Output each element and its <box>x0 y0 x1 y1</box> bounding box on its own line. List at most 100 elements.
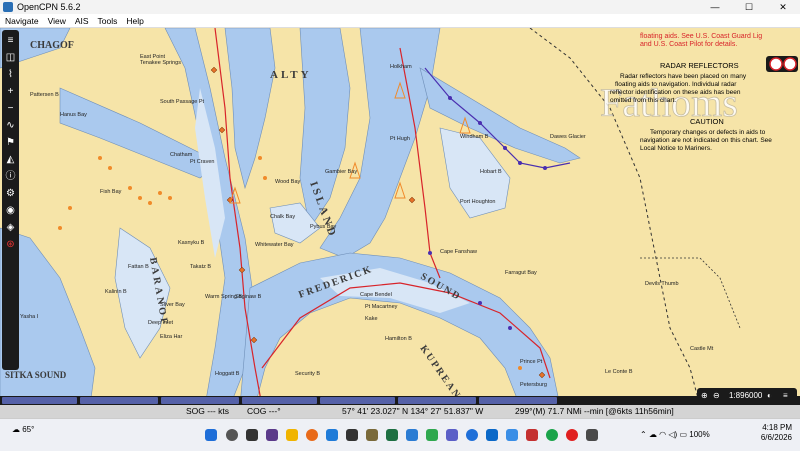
compass-widget[interactable] <box>766 56 798 72</box>
chart-piano-bar <box>0 396 800 405</box>
route-icon[interactable]: ⌇ <box>4 68 17 81</box>
track-icon[interactable]: ∿ <box>4 119 17 132</box>
scale-readout: 1:896000 <box>729 391 763 400</box>
app-icon-5[interactable] <box>546 429 558 441</box>
status-range: 299°(M) 71.7 NMi --min [@6kts 11h56min] <box>515 406 674 416</box>
word-icon[interactable] <box>406 429 418 441</box>
svg-text:RADAR REFLECTORS: RADAR REFLECTORS <box>660 61 739 70</box>
hamburger-icon[interactable]: ≡ <box>783 391 788 400</box>
svg-text:Saginaw B: Saginaw B <box>235 294 262 300</box>
svg-text:Radar reflectors have been pla: Radar reflectors have been placed on man… <box>620 73 747 80</box>
battery-icon[interactable]: ▭ <box>679 430 687 439</box>
volume-icon[interactable]: ◁) <box>668 430 677 439</box>
clock[interactable]: 4:18 PM 6/6/2026 <box>761 423 792 443</box>
opencpn-taskbar-icon[interactable] <box>366 429 378 441</box>
title-bar: OpenCPN 5.6.2 — ☐ ✕ <box>0 0 800 14</box>
ais-icon[interactable]: ◭ <box>4 153 17 166</box>
task-view-icon[interactable] <box>246 429 258 441</box>
chart-icon[interactable]: ◫ <box>4 51 17 64</box>
piano-key[interactable] <box>80 397 158 404</box>
weather-widget[interactable]: ☁ 65° <box>12 425 34 434</box>
svg-text:Pt Macartney: Pt Macartney <box>365 304 398 310</box>
app-icon-7[interactable] <box>586 429 598 441</box>
svg-text:floating aids to navigation.: floating aids to navigation. Individual … <box>615 81 737 88</box>
zoom-in-button[interactable]: ⊕ <box>701 391 708 400</box>
clock-date: 6/6/2026 <box>760 433 792 442</box>
piano-key[interactable] <box>479 397 557 404</box>
svg-text:CHAGOF: CHAGOF <box>30 40 74 51</box>
edge-icon[interactable] <box>466 429 478 441</box>
app-icon-3[interactable] <box>426 429 438 441</box>
clock-time: 4:18 PM <box>762 423 792 432</box>
svg-text:South Passage Pt: South Passage Pt <box>160 99 205 105</box>
start-icon[interactable] <box>205 429 217 441</box>
app-icon-4[interactable] <box>526 429 538 441</box>
menu-icon[interactable]: ≡ <box>4 34 17 47</box>
svg-text:Hanus Bay: Hanus Bay <box>60 112 87 118</box>
svg-text:Dawes Glacier: Dawes Glacier <box>550 134 586 140</box>
svg-text:Le Conte B: Le Conte B <box>605 369 633 375</box>
compass-rose-icon[interactable]: ◐ <box>767 391 772 400</box>
svg-text:Gambier Bay: Gambier Bay <box>325 169 357 175</box>
app-icon-2[interactable] <box>326 429 338 441</box>
piano-key[interactable] <box>2 397 77 404</box>
onedrive-icon[interactable]: ☁ <box>649 430 657 439</box>
svg-text:Yasha I: Yasha I <box>20 314 39 320</box>
teams-icon[interactable] <box>446 429 458 441</box>
terminal-icon[interactable] <box>346 429 358 441</box>
svg-text:Holkham: Holkham <box>390 64 412 70</box>
svg-text:CAUTION: CAUTION <box>690 117 724 126</box>
compass-icon <box>769 57 797 71</box>
firefox-icon[interactable] <box>306 429 318 441</box>
chart-canvas[interactable]: Fathoms floating aids. See U.S. Coast Gu… <box>0 28 800 406</box>
outlook-icon[interactable] <box>486 429 498 441</box>
svg-text:Deep Inlet: Deep Inlet <box>148 320 174 326</box>
zoom-control: ⊕ ⊖ 1:896000 ◐ ≡ <box>697 388 797 404</box>
svg-text:and U.S. Coast Pilot for detai: and U.S. Coast Pilot for details. <box>640 41 737 48</box>
layers-icon[interactable]: ◈ <box>4 221 17 234</box>
zoom-in-icon[interactable]: + <box>4 85 17 98</box>
svg-text:Kasnyku B: Kasnyku B <box>178 240 205 246</box>
status-bar: SOG --- kts COG ---° 57° 41' 23.027" N 1… <box>0 405 800 418</box>
svg-text:Farragut Bay: Farragut Bay <box>505 270 537 276</box>
svg-text:Whitewater Bay: Whitewater Bay <box>255 242 294 248</box>
menu-help[interactable]: Help <box>126 16 143 26</box>
tide-icon[interactable]: ◉ <box>4 204 17 217</box>
svg-text:Takatz B: Takatz B <box>190 264 211 270</box>
piano-key[interactable] <box>320 397 395 404</box>
app-icon-1[interactable] <box>266 429 278 441</box>
lifebuoy-icon[interactable]: ⊛ <box>4 238 17 251</box>
piano-key[interactable] <box>398 397 476 404</box>
file-explorer-icon[interactable] <box>286 429 298 441</box>
app-icon-6[interactable] <box>566 429 578 441</box>
store-icon[interactable] <box>506 429 518 441</box>
menu-ais[interactable]: AIS <box>75 16 89 26</box>
minimize-button[interactable]: — <box>698 2 732 13</box>
close-button[interactable]: ✕ <box>766 2 800 13</box>
svg-text:Hoggatt B: Hoggatt B <box>215 371 240 377</box>
svg-text:Devils Thumb: Devils Thumb <box>645 281 679 287</box>
svg-text:Castle Mt: Castle Mt <box>690 346 714 352</box>
piano-key[interactable] <box>242 397 317 404</box>
menu-navigate[interactable]: Navigate <box>5 16 39 26</box>
status-position: 57° 41' 23.027" N 134° 27' 51.837" W <box>342 406 484 416</box>
nautical-chart[interactable]: Fathoms floating aids. See U.S. Coast Gu… <box>0 28 800 406</box>
piano-key[interactable] <box>161 397 239 404</box>
zoom-out-button[interactable]: ⊖ <box>713 391 720 400</box>
mob-icon[interactable]: ⚑ <box>4 136 17 149</box>
system-tray: ⌃ ☁ ◠ ◁) ▭ 100% <box>640 430 710 439</box>
chevron-up-icon[interactable]: ⌃ <box>640 430 647 439</box>
svg-text:navigation are not indicated o: navigation are not indicated on this cha… <box>640 137 772 144</box>
info-icon[interactable]: ⓘ <box>4 170 17 183</box>
wifi-icon[interactable]: ◠ <box>659 430 666 439</box>
zoom-out-icon[interactable]: − <box>4 102 17 115</box>
settings-icon[interactable]: ⚙ <box>4 187 17 200</box>
svg-text:reflector identification on th: reflector identification on these aids h… <box>610 89 741 96</box>
svg-text:Fish Bay: Fish Bay <box>100 189 122 195</box>
maximize-button[interactable]: ☐ <box>732 2 766 13</box>
menu-tools[interactable]: Tools <box>98 16 118 26</box>
svg-text:Windham B: Windham B <box>460 134 489 140</box>
search-icon[interactable] <box>226 429 238 441</box>
excel-icon[interactable] <box>386 429 398 441</box>
menu-view[interactable]: View <box>48 16 66 26</box>
